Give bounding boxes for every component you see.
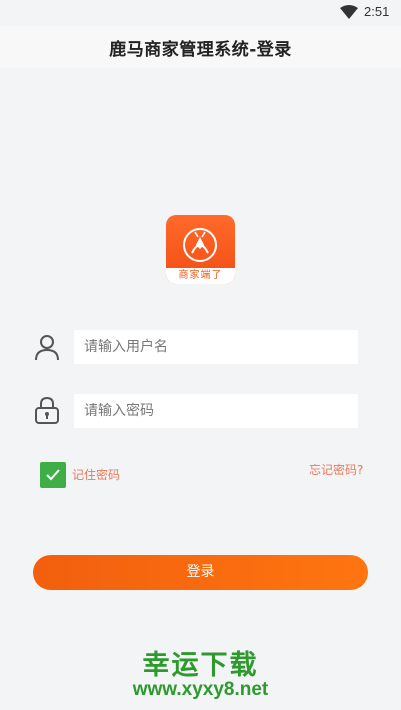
watermark-title: 幸运下载 bbox=[142, 650, 259, 681]
status-time: 2:51 bbox=[364, 4, 390, 19]
lock-icon bbox=[35, 396, 59, 424]
status-bar: 2:51 bbox=[0, 0, 401, 26]
login-button[interactable]: 登录 bbox=[33, 555, 368, 590]
user-icon bbox=[35, 335, 59, 361]
password-input[interactable] bbox=[74, 394, 358, 428]
forgot-password-link[interactable]: 忘记密码? bbox=[309, 461, 363, 478]
app-logo: 商家端了 bbox=[166, 215, 235, 284]
deer-logo-icon bbox=[183, 228, 217, 262]
username-input[interactable] bbox=[74, 330, 358, 364]
logo-text: 商家端了 bbox=[166, 268, 235, 284]
remember-checkbox[interactable] bbox=[40, 462, 66, 488]
remember-label[interactable]: 记住密码 bbox=[72, 466, 120, 483]
page-title: 鹿马商家管理系统-登录 bbox=[109, 39, 292, 60]
check-icon bbox=[46, 469, 60, 481]
wifi-icon bbox=[340, 5, 358, 19]
title-bar: 鹿马商家管理系统-登录 bbox=[0, 26, 401, 68]
watermark-url: www.xyxy8.net bbox=[132, 679, 269, 700]
